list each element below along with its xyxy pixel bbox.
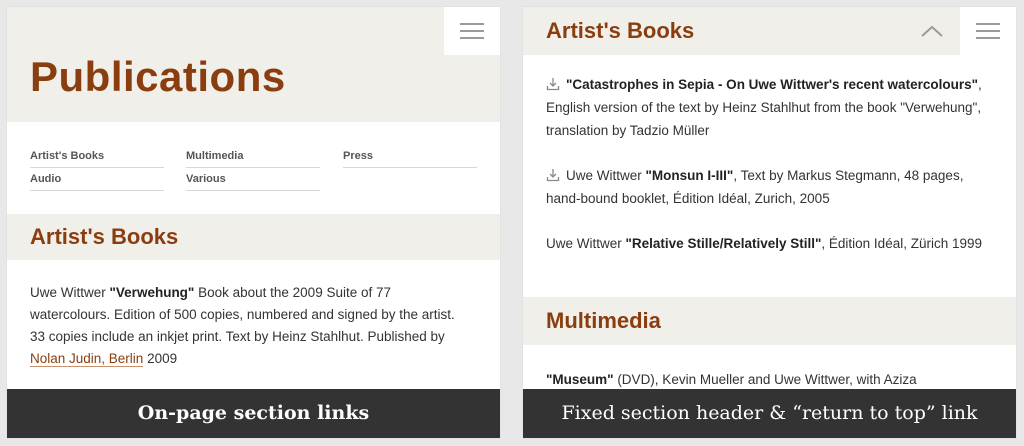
entry-title: "Relative Stille/Relatively Still" bbox=[625, 236, 822, 251]
publication-entry: "Catastrophes in Sepia - On Uwe Wittwer'… bbox=[546, 73, 991, 142]
section-link-press[interactable]: Press bbox=[343, 148, 477, 168]
menu-icon bbox=[976, 23, 1000, 39]
publication-entry: Uwe Wittwer "Verwehung" Book about the 2… bbox=[30, 282, 455, 370]
chevron-up-icon bbox=[921, 25, 943, 37]
caption: On-page section links bbox=[7, 389, 500, 438]
entry-title: "Museum" bbox=[546, 372, 614, 387]
entry-year: 2009 bbox=[143, 351, 178, 366]
entry-description: , Édition Idéal, Zürich 1999 bbox=[821, 236, 983, 251]
menu-button[interactable] bbox=[444, 7, 500, 55]
publication-entry: Uwe Wittwer "Monsun I-III", Text by Mark… bbox=[546, 164, 991, 210]
section-header-multimedia: Multimedia bbox=[523, 297, 1016, 345]
download-icon[interactable] bbox=[546, 168, 560, 182]
publication-entry: Uwe Wittwer "Relative Stille/Relatively … bbox=[546, 232, 991, 255]
download-icon[interactable] bbox=[546, 77, 560, 91]
entry-description: (DVD), Kevin Mueller and Uwe Wittwer, wi… bbox=[613, 372, 917, 387]
menu-icon bbox=[460, 23, 484, 39]
entry-author: Uwe Wittwer bbox=[566, 168, 646, 183]
publication-entry: "Museum" (DVD), Kevin Mueller and Uwe Wi… bbox=[546, 368, 991, 391]
screen-section-links: Publications Artist's Books Multimedia P… bbox=[7, 7, 500, 438]
section-link-audio[interactable]: Audio bbox=[30, 171, 164, 191]
page-header: Publications bbox=[7, 7, 500, 122]
caption: Fixed section header & “return to top” l… bbox=[523, 389, 1016, 438]
menu-button[interactable] bbox=[960, 7, 1016, 55]
entry-title: "Monsun I-III" bbox=[645, 168, 734, 183]
screen-fixed-header: Artist's Books "Catastrophes in Sepia - … bbox=[523, 7, 1016, 438]
section-title: Artist's Books bbox=[546, 18, 695, 43]
page-title: Publications bbox=[30, 53, 286, 100]
entry-author: Uwe Wittwer bbox=[546, 236, 626, 251]
section-link-artists-books[interactable]: Artist's Books bbox=[30, 148, 164, 168]
section-title: Artist's Books bbox=[30, 224, 179, 249]
entry-author: Uwe Wittwer bbox=[30, 285, 110, 300]
return-to-top-button[interactable] bbox=[904, 7, 960, 55]
entry-title: "Catastrophes in Sepia - On Uwe Wittwer'… bbox=[566, 77, 978, 92]
section-link-various[interactable]: Various bbox=[186, 171, 320, 191]
section-link-multimedia[interactable]: Multimedia bbox=[186, 148, 320, 168]
publisher-link[interactable]: Nolan Judin, Berlin bbox=[30, 351, 144, 367]
section-header-artists-books: Artist's Books bbox=[7, 214, 500, 260]
entry-title: "Verwehung" bbox=[109, 285, 195, 300]
section-title: Multimedia bbox=[546, 308, 661, 333]
